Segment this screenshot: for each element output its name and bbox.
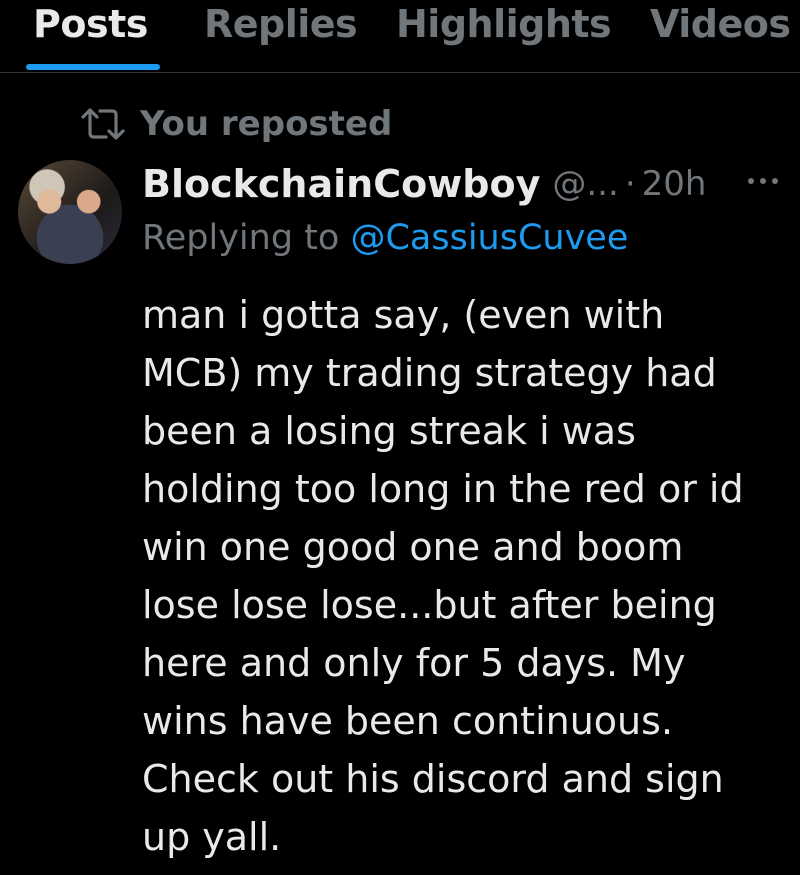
post-text-line: win one good one and boom — [142, 525, 684, 569]
post-text: man i gotta say, (even with MCB) my trad… — [142, 286, 782, 866]
post-text-line: Check out his discord and sign — [142, 757, 724, 801]
tab-posts[interactable]: Posts — [33, 2, 148, 46]
post-text-line: here and only for 5 days. My — [142, 641, 686, 685]
user-handle[interactable]: @... — [552, 164, 618, 204]
post-text-line: lose lose lose...but after being — [142, 583, 717, 627]
tab-highlights[interactable]: Highlights — [396, 2, 612, 46]
repost-icon — [81, 108, 125, 140]
reply-mention-link[interactable]: @CassiusCuvee — [350, 218, 628, 258]
reply-context: Replying to @CassiusCuvee — [142, 218, 628, 258]
post-text-line: MCB) my trading strategy had — [142, 351, 717, 395]
reply-prefix: Replying to — [142, 218, 340, 258]
repost-context: You reposted — [80, 104, 392, 144]
profile-tabs: Posts Replies Highlights Videos — [0, 0, 800, 72]
post-timestamp[interactable]: 20h — [642, 164, 707, 204]
active-tab-indicator — [26, 64, 160, 70]
post-text-line: wins have been continuous. — [142, 699, 674, 743]
display-name[interactable]: BlockchainCowboy — [142, 162, 540, 206]
post-text-line: up yall. — [142, 815, 282, 859]
post-text-line: man i gotta say, (even with — [142, 293, 665, 337]
repost-label: You reposted — [140, 104, 393, 144]
post-text-line: been a losing streak i was — [142, 409, 636, 453]
more-options-icon[interactable] — [748, 178, 778, 186]
tab-replies[interactable]: Replies — [204, 2, 358, 46]
tab-videos[interactable]: Videos — [650, 2, 791, 46]
avatar[interactable] — [18, 160, 122, 264]
separator: · — [624, 164, 636, 204]
post-header: BlockchainCowboy @... · 20h — [142, 158, 706, 210]
tabs-divider — [0, 72, 800, 73]
post-text-line: holding too long in the red or id — [142, 467, 744, 511]
